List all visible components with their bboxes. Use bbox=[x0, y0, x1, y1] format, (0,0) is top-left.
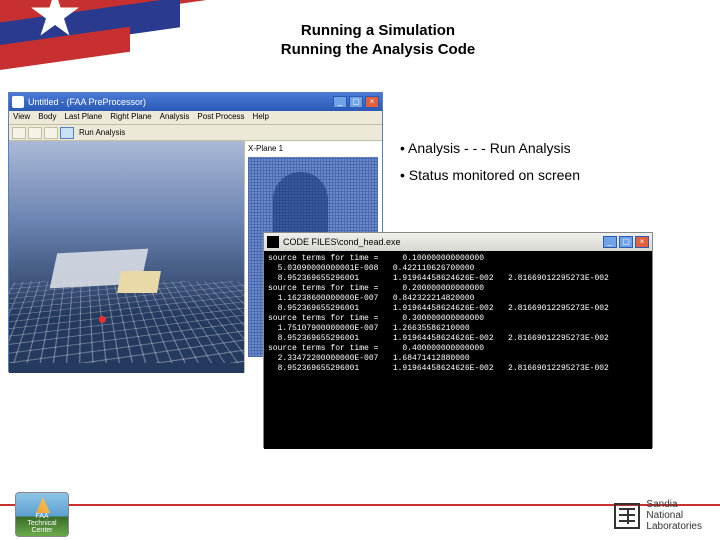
menu-analysis[interactable]: Analysis bbox=[160, 112, 190, 123]
toolbar: Run Analysis bbox=[9, 125, 382, 141]
console-title: CODE FILES\cond_head.exe bbox=[283, 237, 599, 247]
app-title: Untitled - (FAA PreProcessor) bbox=[28, 97, 329, 107]
panel-title: X-Plane 1 bbox=[248, 144, 379, 153]
menu-view[interactable]: View bbox=[13, 112, 30, 123]
close-button[interactable]: × bbox=[365, 96, 379, 108]
faa-logo: FAA Technical Center bbox=[15, 492, 69, 537]
bullet-item: Status monitored on screen bbox=[400, 162, 580, 189]
3d-viewport[interactable] bbox=[9, 141, 244, 373]
toolbar-button[interactable] bbox=[44, 127, 58, 139]
minimize-button[interactable]: _ bbox=[333, 96, 347, 108]
menu-last-plane[interactable]: Last Plane bbox=[64, 112, 102, 123]
title-line-2: Running the Analysis Code bbox=[228, 41, 528, 58]
menu-body[interactable]: Body bbox=[38, 112, 56, 123]
console-window: CODE FILES\cond_head.exe _ ▢ × source te… bbox=[263, 232, 653, 448]
toolbar-button[interactable] bbox=[28, 127, 42, 139]
maximize-button[interactable]: ▢ bbox=[619, 236, 633, 248]
console-output: source terms for time = 0.10000000000000… bbox=[264, 251, 652, 449]
logo-text: FAA bbox=[16, 513, 68, 520]
logo-text: Sandia bbox=[646, 499, 702, 510]
menu-right-plane[interactable]: Right Plane bbox=[110, 112, 151, 123]
grid-plane bbox=[9, 282, 244, 363]
app-titlebar[interactable]: Untitled - (FAA PreProcessor) _ ▢ × bbox=[9, 93, 382, 111]
bullet-list: Analysis - - - Run Analysis Status monit… bbox=[400, 135, 580, 188]
title-line-1: Running a Simulation bbox=[228, 22, 528, 39]
sandia-mark-icon bbox=[614, 503, 640, 529]
menu-bar: View Body Last Plane Right Plane Analysi… bbox=[9, 111, 382, 125]
logo-text: National bbox=[646, 510, 702, 521]
divider bbox=[0, 504, 720, 506]
decorative-banner bbox=[0, 0, 250, 90]
toolbar-label: Run Analysis bbox=[76, 128, 128, 137]
app-icon bbox=[12, 96, 24, 108]
origin-marker bbox=[99, 316, 106, 323]
logo-text: Laboratories bbox=[646, 521, 702, 532]
console-titlebar[interactable]: CODE FILES\cond_head.exe _ ▢ × bbox=[264, 233, 652, 251]
menu-help[interactable]: Help bbox=[253, 112, 269, 123]
bullet-item: Analysis - - - Run Analysis bbox=[400, 135, 580, 162]
close-button[interactable]: × bbox=[635, 236, 649, 248]
geometry-surface bbox=[117, 271, 161, 293]
logo-text: Technical bbox=[16, 520, 68, 527]
menu-post-process[interactable]: Post Process bbox=[197, 112, 244, 123]
slide-title: Running a Simulation Running the Analysi… bbox=[228, 22, 528, 58]
toolbar-button[interactable] bbox=[12, 127, 26, 139]
console-icon bbox=[267, 236, 279, 248]
minimize-button[interactable]: _ bbox=[603, 236, 617, 248]
toolbar-button-selected[interactable] bbox=[60, 127, 74, 139]
sandia-logo: Sandia National Laboratories bbox=[614, 499, 702, 532]
logo-text: Center bbox=[16, 527, 68, 534]
maximize-button[interactable]: ▢ bbox=[349, 96, 363, 108]
